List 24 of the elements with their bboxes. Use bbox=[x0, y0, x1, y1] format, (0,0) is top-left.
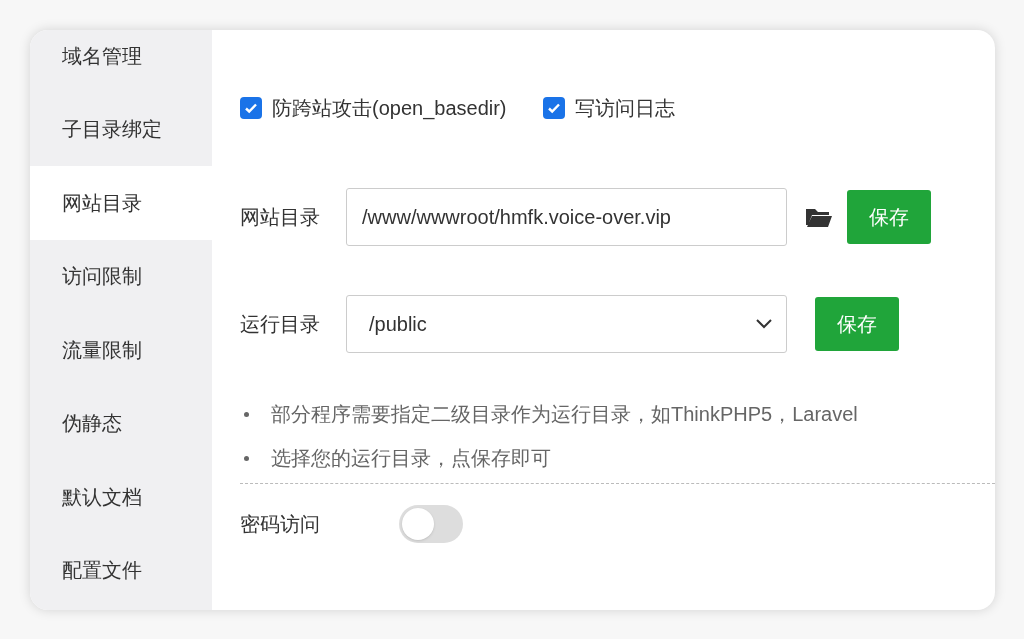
input-field[interactable]: /www/wwwroot/hmfk.voice-over.vip bbox=[346, 188, 787, 246]
sidebar-item[interactable]: 伪静态 bbox=[30, 386, 212, 460]
note-text: 部分程序需要指定二级目录作为运行目录，如ThinkPHP5，Laravel bbox=[271, 402, 858, 427]
checkbox[interactable] bbox=[542, 97, 565, 119]
sidebar-item[interactable]: 访问限制 bbox=[30, 239, 212, 313]
sidebar-item[interactable]: 配置文件 bbox=[30, 533, 212, 607]
checkbox-label: 防跨站攻击(open_basedir) bbox=[272, 96, 507, 122]
field-label: 运行目录 bbox=[240, 312, 321, 337]
dropdown[interactable]: /public bbox=[346, 295, 787, 353]
field-label: 密码访问 bbox=[240, 512, 321, 537]
sidebar-item[interactable]: 默认文档 bbox=[30, 460, 212, 534]
toggle-switch[interactable] bbox=[399, 505, 463, 543]
sidebar-item[interactable]: 网站目录 bbox=[30, 166, 212, 240]
bullet-icon bbox=[244, 411, 249, 417]
chevron-down-icon bbox=[756, 319, 772, 329]
sidebar-item[interactable]: 域名管理 bbox=[30, 30, 212, 93]
sidebar-item[interactable]: 流量限制 bbox=[30, 313, 212, 387]
checkbox[interactable] bbox=[240, 97, 262, 119]
checkbox-label: 写访问日志 bbox=[574, 96, 675, 121]
note-text: 选择您的运行目录，点保存即可 bbox=[271, 446, 551, 471]
folder-icon[interactable] bbox=[805, 206, 833, 228]
bullet-icon bbox=[244, 455, 249, 461]
field-label: 网站目录 bbox=[240, 205, 321, 230]
sidebar-item[interactable]: 子目录绑定 bbox=[30, 92, 212, 166]
